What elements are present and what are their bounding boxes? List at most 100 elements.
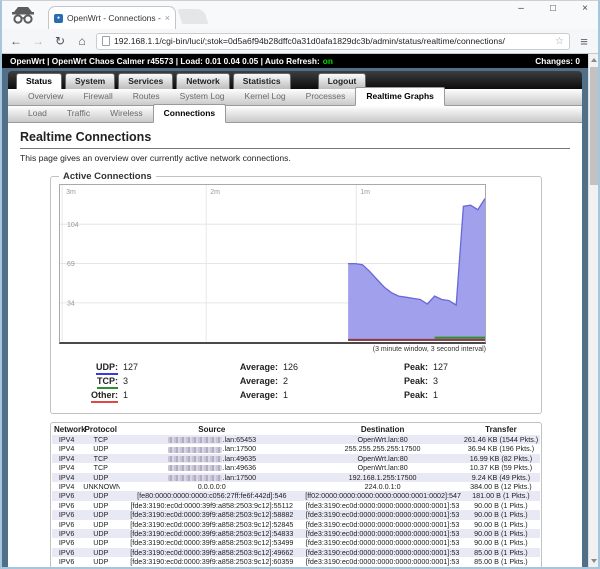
titlebar: ● OpenWrt - Connections - × – □ ×	[2, 1, 598, 29]
redacted-hostname	[168, 465, 222, 471]
cell-transfer: 384.00 B (12 Pkts.)	[462, 482, 540, 491]
series-peak: 1	[428, 389, 533, 403]
scrollbar-thumb[interactable]	[590, 67, 598, 185]
tab-system[interactable]: System	[65, 73, 115, 89]
tab-kernel-log[interactable]: Kernel Log	[235, 88, 296, 105]
tab-realtime-graphs[interactable]: Realtime Graphs	[355, 87, 445, 106]
scroll-up-icon[interactable]	[591, 58, 597, 62]
cell-protocol: UDP	[81, 529, 120, 538]
tab-connections[interactable]: Connections	[153, 104, 226, 123]
cell-destination: [ff02:0000:0000:0000:0000:0000:0001:0002…	[303, 491, 462, 500]
connection-row: IPV4UDP.lan:17500192.168.1.255:175009.24…	[52, 473, 540, 482]
viewport: OpenWrt | OpenWrt Chaos Calmer r45573 | …	[2, 54, 598, 567]
cell-source: .lan:65453	[120, 435, 303, 444]
bookmark-star-icon[interactable]: ☆	[555, 36, 564, 47]
openwrt-status-bar: OpenWrt | OpenWrt Chaos Calmer r45573 | …	[2, 54, 588, 68]
cell-destination: [fde3:3190:ec0d:0000:0000:0000:0000:0001…	[303, 557, 462, 566]
series-label: UDP:	[73, 361, 118, 375]
connection-row: IPV6UDP[fde3:3190:ec0d:0000:39f9:a858:25…	[52, 520, 540, 529]
cell-protocol: UDP	[81, 557, 120, 566]
tab-status[interactable]: Status	[16, 73, 62, 89]
redacted-hostname	[168, 437, 222, 443]
cell-transfer: 181.00 B (1 Pkts.)	[462, 491, 540, 500]
svg-text:69: 69	[67, 261, 75, 268]
tab-services[interactable]: Services	[118, 73, 173, 89]
chart-caption: (3 minute window, 3 second interval)	[59, 346, 486, 353]
cell-source: [fde3:3190:ec0d:0000:39f9:a858:2503:9c12…	[120, 510, 303, 519]
menu-icon[interactable]: ≡	[576, 34, 592, 49]
cell-network: IPV4	[52, 473, 81, 482]
forward-icon[interactable]: →	[30, 33, 46, 49]
scroll-down-icon[interactable]	[591, 559, 597, 563]
cell-protocol: UDP	[81, 520, 120, 529]
series-current: 1	[118, 389, 236, 403]
cell-source: [fde3:3190:ec0d:0000:39f9:a858:2503:9c12…	[120, 501, 303, 510]
cell-transfer: 85.00 B (1 Pkts.)	[462, 548, 540, 557]
connection-row: IPV4TCP.lan:49636OpenWrt.lan:8010.37 KB …	[52, 463, 540, 472]
minimize-button[interactable]: –	[514, 3, 528, 14]
series-current: 3	[118, 375, 236, 389]
peak-label: Peak:	[396, 361, 428, 375]
svg-text:1m: 1m	[360, 189, 370, 196]
tab-load[interactable]: Load	[18, 105, 57, 122]
series-label: Other:	[73, 389, 118, 403]
tab-network[interactable]: Network	[176, 73, 230, 89]
redacted-hostname	[168, 456, 222, 462]
tab-overview[interactable]: Overview	[18, 88, 73, 105]
url-text: 192.168.1.1/cgi-bin/luci/;stok=0d5a6f94b…	[114, 36, 551, 46]
cell-transfer: 90.00 B (1 Pkts.)	[462, 510, 540, 519]
scrollbar[interactable]	[588, 54, 598, 567]
content-card: StatusSystemServicesNetworkStatisticsLog…	[8, 71, 582, 567]
cell-transfer: 90.00 B (1 Pkts.)	[462, 538, 540, 547]
cell-destination: 255.255.255.255:17500	[303, 444, 462, 453]
tab-statistics[interactable]: Statistics	[233, 73, 291, 89]
column-header-source: Source	[120, 424, 303, 435]
cell-network: IPV6	[52, 520, 81, 529]
series-current: 127	[118, 361, 236, 375]
page-description: This page gives an overview over current…	[20, 153, 570, 163]
cell-network: IPV6	[52, 501, 81, 510]
openwrt-favicon: ●	[54, 14, 63, 23]
series-peak: 3	[428, 375, 533, 389]
address-bar[interactable]: 192.168.1.1/cgi-bin/luci/;stok=0d5a6f94b…	[96, 33, 570, 50]
connection-row: IPV6UDP[fde3:3190:ec0d:0000:39f9:a858:25…	[52, 538, 540, 547]
back-icon[interactable]: ←	[8, 33, 24, 49]
cell-network: IPV4	[52, 435, 81, 444]
column-header-destination: Destination	[303, 424, 462, 435]
tab-traffic[interactable]: Traffic	[57, 105, 100, 122]
average-label: Average:	[236, 375, 278, 389]
reload-icon[interactable]: ↻	[52, 33, 68, 49]
maximize-button[interactable]: □	[546, 3, 560, 14]
cell-protocol: UDP	[81, 548, 120, 557]
home-icon[interactable]: ⌂	[74, 33, 90, 49]
cell-network: IPV6	[52, 538, 81, 547]
status-submenu: OverviewFirewallRoutesSystem LogKernel L…	[8, 89, 582, 106]
tab-routes[interactable]: Routes	[123, 88, 170, 105]
tab-system-log[interactable]: System Log	[170, 88, 235, 105]
connection-row: IPV4UNKNOWN0.0.0.0:0224.0.0.1:0384.00 B …	[52, 482, 540, 491]
tab-wireless[interactable]: Wireless	[100, 105, 153, 122]
cell-network: IPV4	[52, 454, 81, 463]
changes-indicator[interactable]: Changes: 0	[535, 56, 580, 66]
cell-destination: OpenWrt.lan:80	[303, 435, 462, 444]
cell-source: [fe80:0000:0000:0000:c056:27ff:fe6f:442d…	[120, 491, 303, 500]
cell-destination: 192.168.1.255:17500	[303, 473, 462, 482]
close-button[interactable]: ×	[578, 3, 592, 14]
browser-tab[interactable]: ● OpenWrt - Connections - ×	[48, 6, 176, 29]
summary-row: Other:1Average:1Peak:1	[73, 389, 533, 403]
new-tab-button[interactable]	[178, 9, 209, 24]
realtime-submenu: LoadTrafficWirelessConnections	[8, 106, 582, 123]
cell-destination: [fde3:3190:ec0d:0000:0000:0000:0000:0001…	[303, 548, 462, 557]
cell-source: 0.0.0.0:0	[120, 482, 303, 491]
connection-row: IPV6UDP[fde3:3190:ec0d:0000:39f9:a858:25…	[52, 557, 540, 566]
cell-network: IPV6	[52, 557, 81, 566]
auto-refresh-toggle[interactable]: on	[323, 56, 333, 66]
tab-processes[interactable]: Processes	[296, 88, 356, 105]
tab-firewall[interactable]: Firewall	[73, 88, 122, 105]
cell-transfer: 16.99 KB (82 Pkts.)	[462, 454, 540, 463]
tab-close-icon[interactable]: ×	[165, 13, 170, 23]
page-title: Realtime Connections	[20, 130, 570, 149]
cell-transfer: 10.37 KB (59 Pkts.)	[462, 463, 540, 472]
cell-transfer: 261.46 KB (1544 Pkts.)	[462, 435, 540, 444]
cell-network: IPV4	[52, 463, 81, 472]
